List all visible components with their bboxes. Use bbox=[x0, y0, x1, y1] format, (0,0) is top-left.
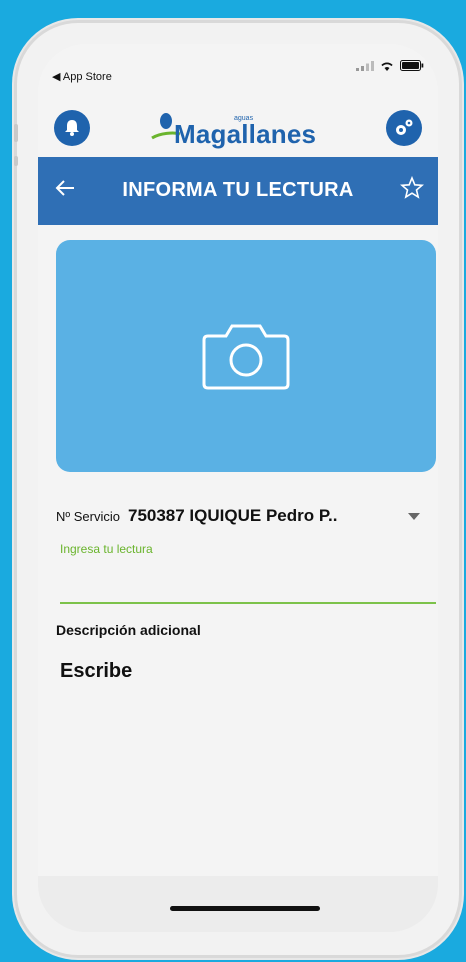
app-screen: ◀ App Store aguas Magallanes INFORMA TU … bbox=[38, 44, 438, 932]
logo-sub: aguas bbox=[234, 115, 254, 122]
signal-icon bbox=[356, 60, 374, 71]
bottom-safe-area bbox=[38, 876, 438, 932]
app-header: aguas Magallanes bbox=[38, 90, 438, 160]
status-icons bbox=[356, 60, 424, 71]
back-to-app-store[interactable]: ◀ App Store bbox=[52, 70, 112, 83]
page-title: INFORMA TU LECTURA bbox=[122, 179, 354, 201]
service-label: Nº Servicio bbox=[56, 508, 120, 524]
service-value: 750387 IQUIQUE Pedro P.. bbox=[127, 506, 338, 525]
service-selector[interactable]: Nº Servicio 750387 IQUIQUE Pedro P.. bbox=[56, 502, 420, 530]
star-icon[interactable] bbox=[400, 176, 424, 200]
notifications-button[interactable] bbox=[54, 110, 90, 146]
battery-icon bbox=[400, 60, 424, 71]
phone-frame: ◀ App Store aguas Magallanes INFORMA TU … bbox=[14, 20, 462, 958]
home-indicator bbox=[170, 906, 320, 911]
title-bar: INFORMA TU LECTURA bbox=[38, 157, 438, 225]
dropdown-arrow-icon bbox=[408, 513, 420, 520]
description-label: Descripción adicional bbox=[56, 622, 201, 638]
gears-icon bbox=[396, 119, 413, 135]
photo-capture-area[interactable] bbox=[56, 240, 436, 472]
reading-label: Ingresa tu lectura bbox=[60, 542, 153, 556]
wifi-icon bbox=[381, 62, 393, 71]
logo-text: Magallanes bbox=[174, 119, 317, 149]
side-button-volume bbox=[14, 156, 18, 166]
reading-input[interactable] bbox=[60, 558, 436, 604]
settings-button[interactable] bbox=[386, 110, 422, 146]
side-button-mute bbox=[14, 124, 18, 142]
bell-icon bbox=[65, 120, 79, 136]
camera-icon bbox=[202, 324, 290, 390]
magallanes-logo: aguas Magallanes bbox=[150, 106, 316, 150]
description-input[interactable]: Escribe bbox=[60, 660, 420, 700]
